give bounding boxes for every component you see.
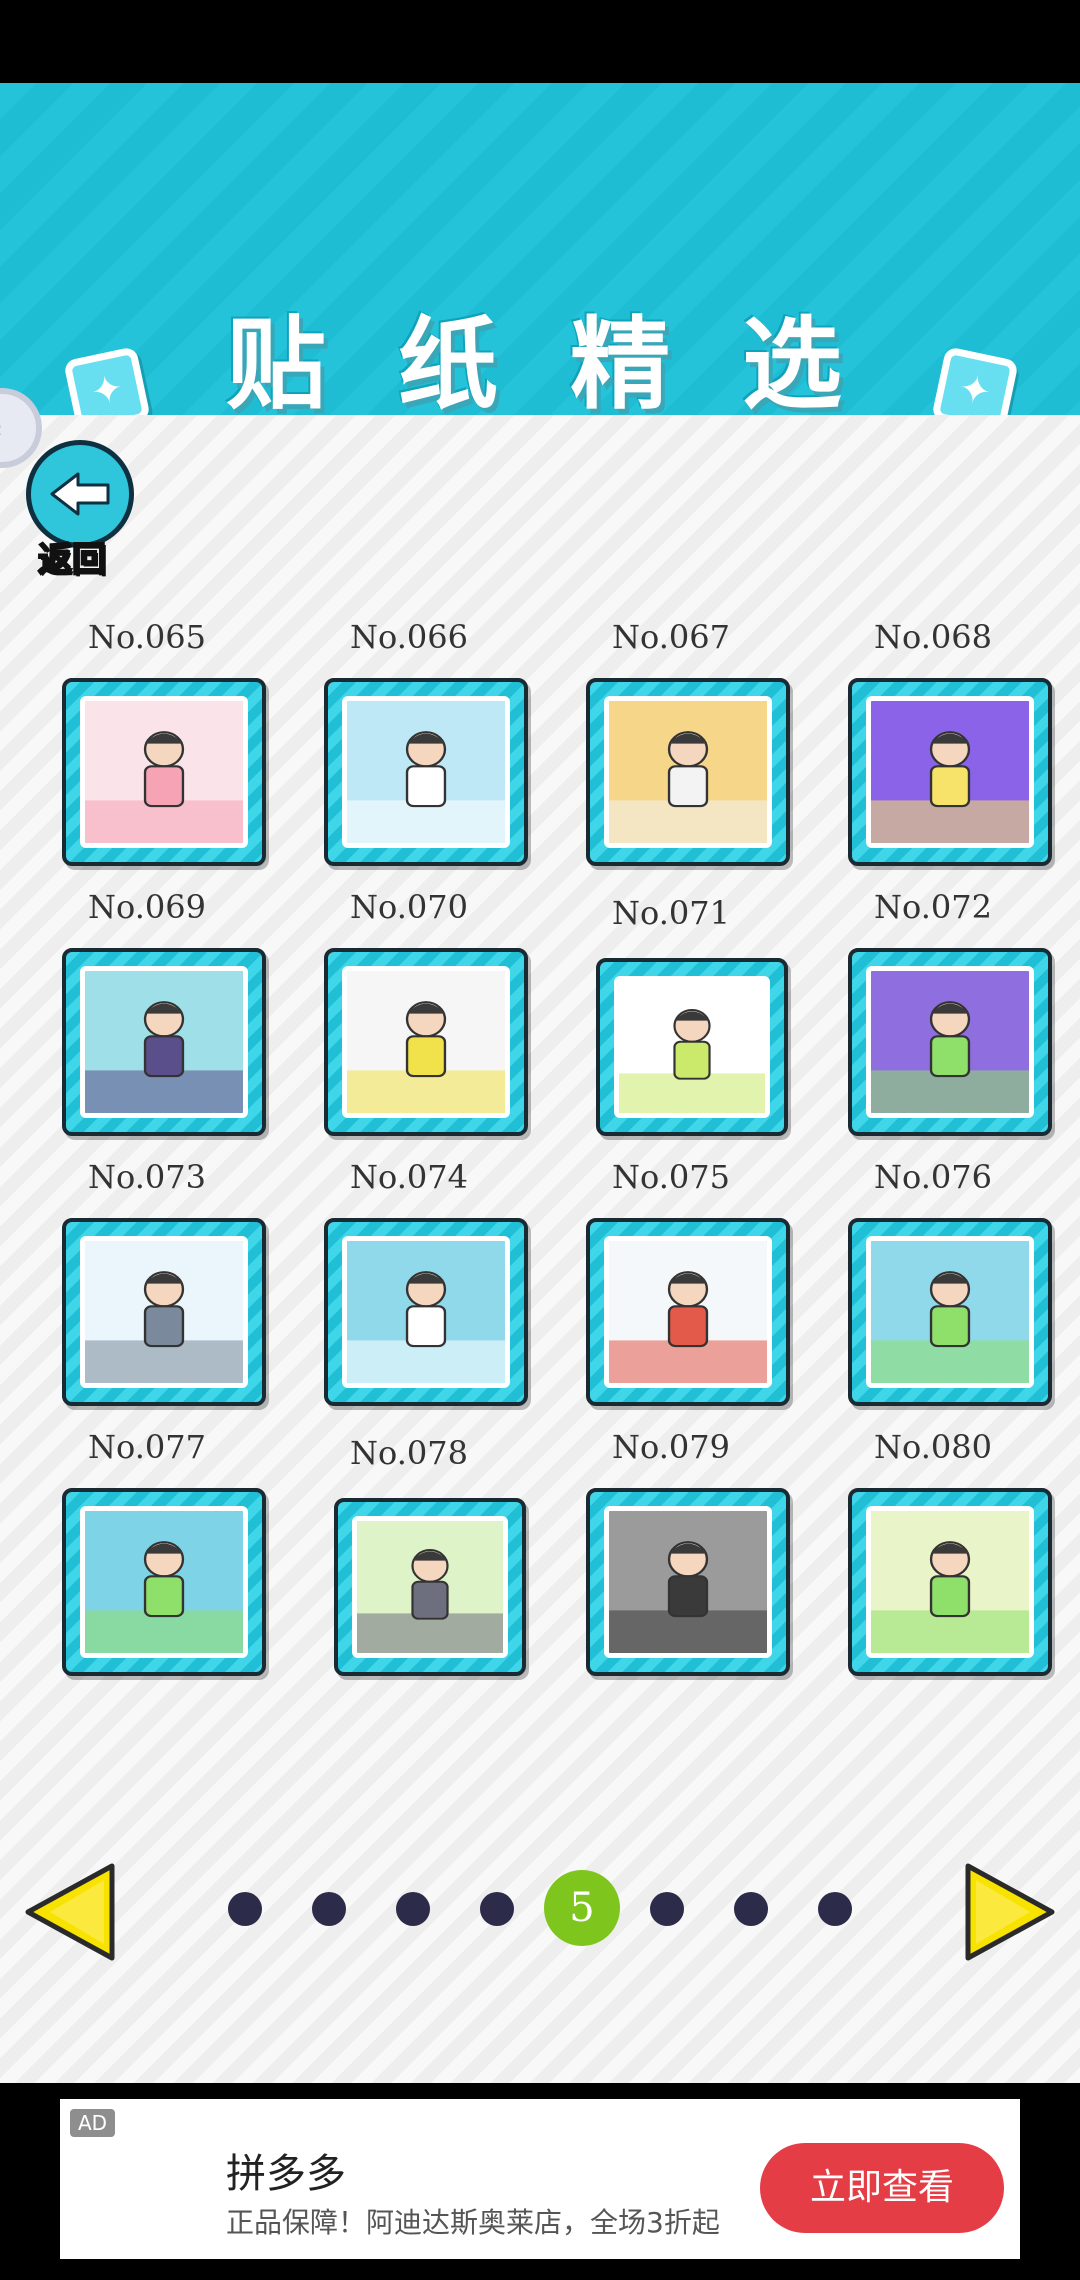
sticker-number: No.066	[350, 618, 468, 656]
sticker-thumbnail	[586, 1488, 790, 1676]
page-dot[interactable]	[312, 1892, 346, 1926]
sticker-card[interactable]: No.073	[16, 1158, 278, 1418]
ad-cta-button[interactable]: 立即查看	[760, 2143, 1004, 2233]
sticker-thumbnail	[848, 948, 1052, 1136]
sticker-thumbnail	[848, 1218, 1052, 1406]
sticker-image	[866, 1236, 1034, 1388]
ad-card[interactable]: AD 拼多多 正品保障！阿迪达斯奥莱店，全场3折起 立即查看	[60, 2099, 1020, 2259]
ad-description: 正品保障！阿迪达斯奥莱店，全场3折起	[226, 2206, 720, 2239]
sticker-card[interactable]: No.074	[278, 1158, 540, 1418]
sticker-number: No.072	[874, 888, 992, 926]
sticker-card[interactable]: No.067	[540, 618, 802, 878]
sticker-image	[342, 696, 510, 848]
page-dot[interactable]	[396, 1892, 430, 1926]
sticker-number: No.077	[88, 1428, 206, 1466]
sticker-card[interactable]: No.066	[278, 618, 540, 878]
sticker-thumbnail	[62, 678, 266, 866]
sticker-number: No.069	[88, 888, 206, 926]
sticker-number: No.078	[350, 1434, 468, 1472]
page-dot[interactable]	[228, 1892, 262, 1926]
sticker-image	[604, 1236, 772, 1388]
sticker-thumbnail	[62, 1218, 266, 1406]
ad-bar: AD 拼多多 正品保障！阿迪达斯奥莱店，全场3折起 立即查看	[0, 2083, 1080, 2280]
sticker-thumbnail	[334, 1498, 526, 1676]
sticker-image	[342, 1236, 510, 1388]
sticker-image	[80, 1506, 248, 1658]
sticker-number: No.080	[874, 1428, 992, 1466]
sticker-image	[866, 696, 1034, 848]
sticker-card[interactable]: No.078	[278, 1434, 540, 1694]
page-dot[interactable]	[650, 1892, 684, 1926]
sticker-card[interactable]: No.065	[16, 618, 278, 878]
ad-badge: AD	[70, 2109, 116, 2137]
sticker-thumbnail	[848, 678, 1052, 866]
sticker-number: No.076	[874, 1158, 992, 1196]
sticker-thumbnail	[324, 1218, 528, 1406]
sticker-thumbnail	[62, 948, 266, 1136]
sticker-number: No.074	[350, 1158, 468, 1196]
sticker-card[interactable]: No.077	[16, 1428, 278, 1688]
sticker-image	[80, 696, 248, 848]
page-dot-active[interactable]: 5	[544, 1870, 620, 1946]
ad-title: 拼多多	[226, 2151, 346, 2197]
sticker-image	[604, 696, 772, 848]
arrow-right-icon	[965, 1863, 1055, 1961]
sticker-card[interactable]: No.070	[278, 888, 540, 1148]
status-bar	[0, 0, 1080, 83]
next-page-button[interactable]	[960, 1860, 1060, 1964]
sticker-number: No.068	[874, 618, 992, 656]
sticker-number: No.067	[612, 618, 730, 656]
sticker-thumbnail	[586, 678, 790, 866]
sticker-card[interactable]: No.075	[540, 1158, 802, 1418]
header-banner: ✦ 贴纸精选 ✦	[0, 83, 1080, 434]
arrow-left-icon	[25, 1863, 115, 1961]
back-button[interactable]: 返回	[26, 440, 136, 581]
sticker-thumbnail	[586, 1218, 790, 1406]
sticker-thumbnail	[324, 948, 528, 1136]
sticker-card[interactable]: No.068	[802, 618, 1064, 878]
sticker-thumbnail	[848, 1488, 1052, 1676]
sticker-thumbnail	[324, 678, 528, 866]
back-label: 返回	[37, 539, 107, 581]
sticker-card[interactable]: No.071	[540, 894, 802, 1154]
sticker-card[interactable]: No.076	[802, 1158, 1064, 1418]
pager: 5	[0, 1860, 1080, 1961]
sticker-image	[866, 966, 1034, 1118]
sticker-card[interactable]: No.069	[16, 888, 278, 1148]
sticker-image	[614, 976, 770, 1118]
sticker-image	[866, 1506, 1034, 1658]
page-dot[interactable]	[480, 1892, 514, 1926]
sticker-card[interactable]: No.072	[802, 888, 1064, 1148]
sticker-image	[80, 1236, 248, 1388]
sticker-card[interactable]: No.079	[540, 1428, 802, 1688]
page-dot[interactable]	[818, 1892, 852, 1926]
sticker-thumbnail	[596, 958, 788, 1136]
sticker-image	[352, 1516, 508, 1658]
sticker-thumbnail	[62, 1488, 266, 1676]
page-dot[interactable]	[734, 1892, 768, 1926]
page-title: 贴纸精选	[226, 306, 914, 423]
sticker-number: No.071	[612, 894, 730, 932]
sticker-number: No.075	[612, 1158, 730, 1196]
previous-page-button[interactable]	[20, 1860, 120, 1964]
sticker-image	[80, 966, 248, 1118]
sticker-card[interactable]: No.080	[802, 1428, 1064, 1688]
sticker-number: No.079	[612, 1428, 730, 1466]
sticker-number: No.073	[88, 1158, 206, 1196]
sticker-image	[342, 966, 510, 1118]
sticker-number: No.070	[350, 888, 468, 926]
sticker-image	[604, 1506, 772, 1658]
sticker-number: No.065	[88, 618, 206, 656]
